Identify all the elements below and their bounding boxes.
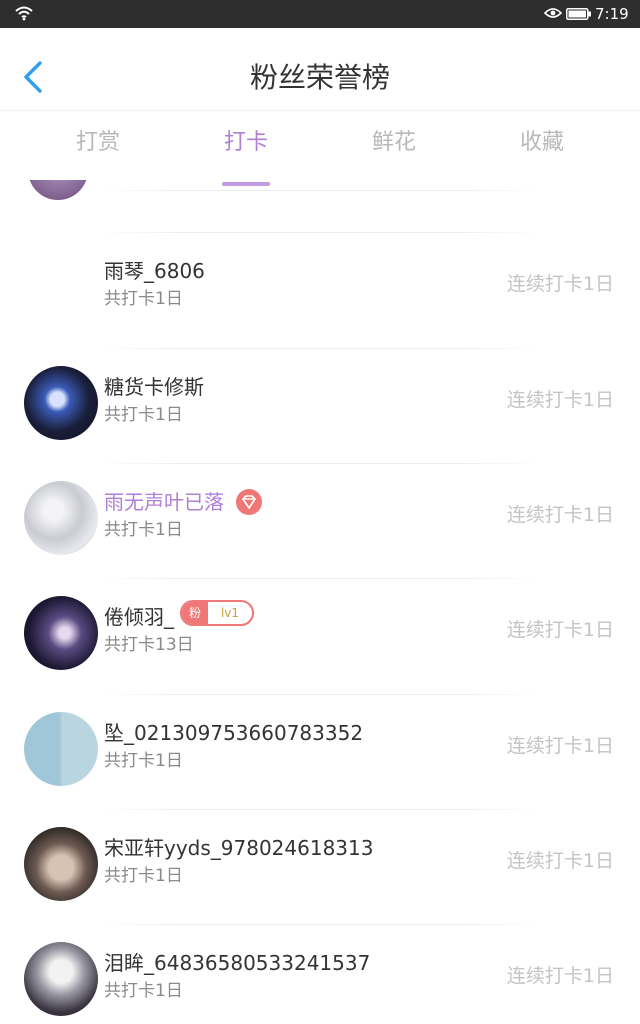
list-item[interactable]: 雨无声叶已落 共打卡1日 连续打卡1日 — [0, 463, 640, 578]
streak-label: 连续打卡1日 — [506, 850, 614, 872]
total-checkins: 共打卡1日 — [104, 289, 183, 309]
list-item[interactable]: 雨琴_6806 共打卡1日 连续打卡1日 — [0, 232, 640, 347]
total-checkins: 共打卡1日 — [104, 405, 183, 425]
status-time: 7:19 — [595, 5, 629, 23]
total-checkins: 共打卡1日 — [104, 866, 183, 886]
checkin-list[interactable]: 雨琴_6806 共打卡1日 连续打卡1日 糖货卡修斯 共打卡1日 连续打卡1日 … — [0, 180, 640, 1024]
user-name[interactable]: 倦倾羽_ — [104, 604, 174, 630]
tab-label: 打卡 — [223, 130, 268, 155]
eye-icon — [544, 8, 562, 18]
avatar[interactable] — [24, 596, 98, 670]
list-item[interactable]: 坠_021309753660783352 共打卡1日 连续打卡1日 — [0, 694, 640, 809]
fan-badge-label: 粉 — [182, 602, 208, 624]
streak-label: 连续打卡1日 — [506, 504, 614, 526]
avatar[interactable] — [24, 942, 98, 1016]
status-bar: 7:19 — [0, 0, 640, 28]
list-item[interactable]: 宋亚轩yyds_978024618313 共打卡1日 连续打卡1日 — [0, 809, 640, 924]
total-checkins: 共打卡1日 — [104, 520, 183, 540]
diamond-vip-icon — [236, 489, 262, 515]
streak-label: 连续打卡1日 — [506, 735, 614, 757]
avatar[interactable] — [24, 481, 98, 555]
tab-label: 收藏 — [519, 130, 564, 155]
streak-label: 连续打卡1日 — [506, 273, 614, 295]
fan-level-badge: 粉 lv1 — [180, 600, 254, 626]
user-name[interactable]: 糖货卡修斯 — [104, 374, 204, 400]
user-name[interactable]: 雨无声叶已落 — [104, 489, 224, 515]
page-title: 粉丝荣誉榜 — [249, 61, 390, 94]
avatar[interactable] — [28, 180, 88, 200]
battery-icon — [566, 8, 591, 20]
avatar[interactable] — [24, 366, 98, 440]
tab-label: 鲜花 — [371, 130, 416, 155]
avatar[interactable] — [24, 712, 98, 786]
tab-favorites[interactable]: 收藏 — [468, 128, 616, 158]
list-item[interactable]: 泪眸_64836580533241537 共打卡1日 连续打卡1日 — [0, 924, 640, 1024]
tab-reward[interactable]: 打赏 — [24, 128, 172, 158]
divider — [100, 190, 540, 191]
user-name[interactable]: 坠_021309753660783352 — [104, 720, 363, 746]
streak-label: 连续打卡1日 — [506, 619, 614, 641]
total-checkins: 共打卡1日 — [104, 751, 183, 771]
fan-badge-level: lv1 — [220, 606, 240, 620]
tab-bar: 打赏 打卡 鲜花 收藏 — [0, 112, 640, 186]
tab-checkin[interactable]: 打卡 — [172, 128, 320, 186]
tab-label: 打赏 — [75, 130, 120, 155]
list-item[interactable]: 倦倾羽_ 粉 lv1 共打卡13日 连续打卡1日 — [0, 578, 640, 693]
total-checkins: 共打卡13日 — [104, 635, 194, 655]
tab-flowers[interactable]: 鲜花 — [320, 128, 468, 158]
user-name[interactable]: 泪眸_64836580533241537 — [104, 950, 370, 976]
avatar[interactable] — [24, 827, 98, 901]
user-name[interactable]: 宋亚轩yyds_978024618313 — [104, 835, 373, 861]
streak-label: 连续打卡1日 — [506, 965, 614, 987]
total-checkins: 共打卡1日 — [104, 981, 183, 1001]
streak-label: 连续打卡1日 — [506, 389, 614, 411]
list-item[interactable]: 糖货卡修斯 共打卡1日 连续打卡1日 — [0, 348, 640, 463]
wifi-icon — [15, 6, 33, 21]
app-header: 粉丝荣誉榜 — [0, 28, 640, 112]
user-name[interactable]: 雨琴_6806 — [104, 258, 205, 284]
